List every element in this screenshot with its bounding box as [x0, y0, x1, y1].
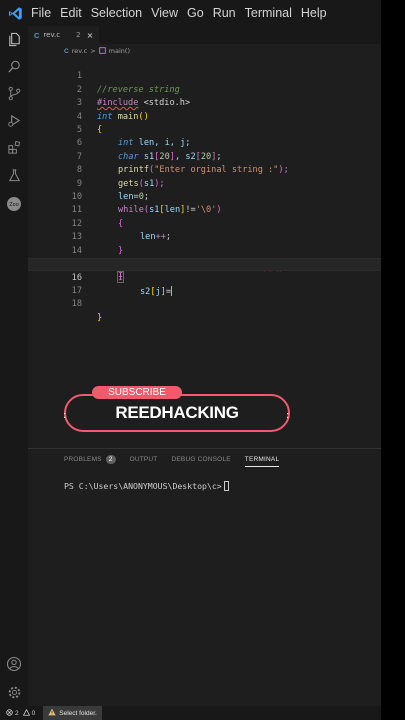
code-line: 12 len++;: [71, 218, 172, 243]
code-line: 1 //reverse string: [76, 71, 180, 95]
code-line: 3 int main(): [76, 98, 149, 122]
function-symbol-icon: [98, 46, 106, 56]
c-file-icon: C: [34, 30, 40, 40]
alert-icon: [48, 708, 56, 718]
code-editor[interactable]: 1 //reverse string 2 #include <stdio.h> …: [28, 57, 381, 442]
error-count: 2: [15, 709, 19, 717]
bottom-panel: PROBLEMS 2 OUTPUT DEBUG CONSOLE TERMINAL …: [28, 448, 381, 706]
tab-problem-count: 2: [76, 31, 81, 39]
run-debug-icon[interactable]: [4, 110, 24, 130]
status-message: Select folder.: [59, 709, 97, 717]
breadcrumb-symbol[interactable]: main(): [109, 47, 130, 55]
menu-help[interactable]: Help: [301, 0, 335, 26]
terminal-prompt-line[interactable]: PS C:\Users\ANONYMOUS\Desktop\c>: [64, 481, 229, 491]
source-control-icon[interactable]: [4, 83, 24, 103]
live-server-icon[interactable]: Zoo: [4, 194, 24, 214]
code-line: 9 len=0;: [76, 178, 150, 202]
close-icon[interactable]: ×: [87, 31, 94, 40]
code-line: 17: [71, 285, 82, 296]
breadcrumb-separator: >: [90, 47, 96, 55]
code-line: 18 }: [71, 299, 103, 323]
explorer-icon[interactable]: [4, 29, 24, 49]
testing-flask-icon[interactable]: [4, 165, 24, 185]
code-line: 15 {: [72, 259, 125, 284]
tab-rev-c[interactable]: C rev.c 2 ×: [28, 26, 100, 44]
warning-icon: [22, 708, 30, 718]
tab-problems[interactable]: PROBLEMS 2: [64, 453, 116, 467]
menu-file[interactable]: File: [31, 0, 59, 26]
extensions-icon[interactable]: [4, 137, 24, 157]
menu-terminal[interactable]: Terminal: [245, 0, 300, 26]
code-line-current: 16 s2[j]=: [28, 258, 381, 297]
code-line: 13 }: [71, 232, 124, 256]
activity-bar: Zoo: [0, 26, 28, 706]
breadcrumb: C rev.c > main(): [64, 45, 130, 57]
vscode-logo-icon: [0, 0, 30, 26]
code-line: 10 while(s1[len]!='\0'): [71, 192, 222, 216]
subscribe-button[interactable]: SUBSCRIBE: [92, 386, 182, 399]
menu-run[interactable]: Run: [213, 0, 244, 26]
line-17-brace: }: [116, 271, 125, 284]
code-line: 5 int len, i, j;: [76, 125, 191, 149]
right-black-strip: [381, 0, 405, 720]
code-line: 4 {: [76, 111, 103, 135]
status-select-folder[interactable]: Select folder.: [43, 706, 102, 720]
settings-gear-icon[interactable]: [4, 682, 24, 702]
tab-output[interactable]: OUTPUT: [130, 453, 158, 467]
code-line: 7 printf("Enter orginal string :");: [76, 151, 289, 176]
terminal-prompt: PS C:\Users\ANONYMOUS\Desktop\c>: [64, 481, 222, 491]
error-icon: [6, 708, 13, 718]
panel-tabs: PROBLEMS 2 OUTPUT DEBUG CONSOLE TERMINAL: [64, 453, 280, 467]
code-line: 6 char s1[20], s2[20];: [76, 138, 222, 162]
editor-tabs: C rev.c 2 ×: [28, 26, 381, 44]
title-bar: File Edit Selection View Go Run Terminal…: [0, 0, 381, 26]
channel-name: REEDHACKING: [115, 403, 239, 422]
subscribe-banner: : : SUBSCRIBE REEDHACKING: [63, 386, 290, 432]
menu-selection[interactable]: Selection: [91, 0, 150, 26]
tab-label: rev.c: [43, 31, 61, 39]
menu-go[interactable]: Go: [187, 0, 212, 26]
code-line: 2 #include <stdio.h>: [76, 84, 191, 109]
code-line: 8 gets(s1);: [76, 165, 165, 189]
menu-edit[interactable]: Edit: [60, 0, 90, 26]
search-icon[interactable]: [4, 56, 24, 76]
menu-view[interactable]: View: [151, 0, 186, 26]
tab-terminal[interactable]: TERMINAL: [244, 453, 280, 467]
status-problems[interactable]: 2 0: [6, 708, 36, 718]
code-line: 14 for(i=0,j=len-1; i<len; i++,J--): [71, 245, 284, 269]
menu-bar: File Edit Selection View Go Run Terminal…: [30, 0, 335, 26]
terminal-cursor: [223, 481, 229, 491]
c-file-icon: C: [64, 47, 69, 55]
problems-badge: 2: [105, 455, 116, 464]
svg-text:Zoo: Zoo: [9, 202, 19, 208]
warning-count: 0: [31, 709, 36, 717]
vscode-window: File Edit Selection View Go Run Terminal…: [0, 0, 381, 720]
tab-debug-console[interactable]: DEBUG CONSOLE: [171, 453, 230, 467]
account-icon[interactable]: [4, 654, 24, 674]
code-line: 11 {: [71, 205, 124, 229]
breadcrumb-file[interactable]: rev.c: [72, 47, 88, 55]
status-bar: 2 0 Select folder.: [0, 706, 381, 720]
